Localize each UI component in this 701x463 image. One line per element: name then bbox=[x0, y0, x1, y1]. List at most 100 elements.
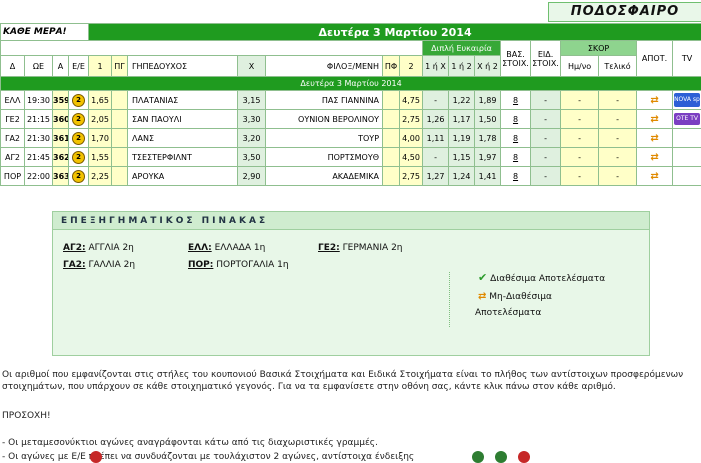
odds-2[interactable]: 4,00 bbox=[400, 129, 423, 148]
basic-bets-count[interactable]: 8 bbox=[501, 148, 531, 167]
odds-2[interactable]: 2,75 bbox=[400, 110, 423, 129]
odds-12[interactable]: 1,24 bbox=[449, 167, 475, 186]
warning-heading: ΠΡΟΣΟΧΗ! bbox=[2, 410, 699, 422]
result-status[interactable]: ⇄ bbox=[637, 110, 673, 129]
odds-x[interactable]: 3,30 bbox=[238, 110, 266, 129]
odds-1[interactable]: 2,05 bbox=[89, 110, 112, 129]
pg-cell bbox=[112, 148, 128, 167]
swap-arrows-icon: ⇄ bbox=[650, 171, 658, 182]
min-combo-badge-icon: 2 bbox=[72, 151, 85, 164]
odds-1[interactable]: 1,70 bbox=[89, 129, 112, 148]
pg-cell bbox=[112, 167, 128, 186]
result-status[interactable]: ⇄ bbox=[637, 91, 673, 110]
legend-panel: ΕΠΕΞΗΓΗΜΑΤΙΚΟΣ ΠΙΝΑΚΑΣ ΑΓ2: ΑΓΓΛΙΑ 2η ΕΛ… bbox=[52, 211, 650, 356]
ee-badge: 2 bbox=[69, 91, 89, 110]
match-row: ΓΕ221:1536022,05ΣΑΝ ΠΑΟΥΛΙ3,30ΟΥΝΙΟΝ ΒΕΡ… bbox=[1, 110, 701, 129]
match-row: ΠΟΡ22:0036322,25ΑΡΟΥΚΑ2,90ΑΚΑΔΕΜΙΚΑ2,751… bbox=[1, 167, 701, 186]
odds-x[interactable]: 2,90 bbox=[238, 167, 266, 186]
odds-1x[interactable]: - bbox=[423, 148, 449, 167]
min-combo-badge-icon: 2 bbox=[72, 94, 85, 107]
odds-x2[interactable]: 1,50 bbox=[475, 110, 501, 129]
odds-1[interactable]: 1,65 bbox=[89, 91, 112, 110]
away-team: ΠΑΣ ΓΙΑΝΝΙΝΑ bbox=[266, 91, 383, 110]
score-halftime: - bbox=[561, 129, 599, 148]
code-cell[interactable]: 359 bbox=[53, 91, 69, 110]
col-day: Δ bbox=[1, 56, 25, 77]
swap-arrows-icon: ⇄ bbox=[650, 114, 658, 125]
special-bets-header: ΕΙΔ. ΣΤΟΙΧ. bbox=[531, 41, 561, 77]
info-paragraph: Οι αριθμοί που εμφανίζονται στις στήλες … bbox=[2, 369, 699, 393]
match-row: ΕΛΛ19:3035921,65ΠΛΑΤΑΝΙΑΣ3,15ΠΑΣ ΓΙΑΝΝΙΝ… bbox=[1, 91, 701, 110]
away-team: ΤΟΥΡ bbox=[266, 129, 383, 148]
legend-unavailable-2: Αποτελέσματα bbox=[475, 308, 541, 318]
odds-1x[interactable]: 1,26 bbox=[423, 110, 449, 129]
col-1: 1 bbox=[89, 56, 112, 77]
time-cell: 22:00 bbox=[25, 167, 53, 186]
odds-1x[interactable]: 1,27 bbox=[423, 167, 449, 186]
col-away: ΦΙΛΟΞ/ΜΕΝΗ bbox=[266, 56, 383, 77]
time-cell: 21:15 bbox=[25, 110, 53, 129]
odds-x2[interactable]: 1,89 bbox=[475, 91, 501, 110]
code-cell[interactable]: 362 bbox=[53, 148, 69, 167]
odds-12[interactable]: 1,22 bbox=[449, 91, 475, 110]
odds-2[interactable]: 4,75 bbox=[400, 91, 423, 110]
basic-bets-count[interactable]: 8 bbox=[501, 110, 531, 129]
basic-bets-count[interactable]: 8 bbox=[501, 91, 531, 110]
code-cell[interactable]: 361 bbox=[53, 129, 69, 148]
pf-cell bbox=[383, 110, 400, 129]
col-pg: ΠΓ bbox=[112, 56, 128, 77]
away-team: ΑΚΑΔΕΜΙΚΑ bbox=[266, 167, 383, 186]
home-team: ΤΣΕΣΤΕΡΦΙΛΝΤ bbox=[128, 148, 238, 167]
ee-badge: 2 bbox=[69, 148, 89, 167]
home-team: ΑΡΟΥΚΑ bbox=[128, 167, 238, 186]
min-combo-badge-icon: 2 bbox=[72, 132, 85, 145]
day-cell: ΑΓ2 bbox=[1, 148, 25, 167]
odds-1x[interactable]: 1,11 bbox=[423, 129, 449, 148]
odds-x2[interactable]: 1,97 bbox=[475, 148, 501, 167]
odds-x[interactable]: 3,50 bbox=[238, 148, 266, 167]
ee-badge: 2 bbox=[69, 167, 89, 186]
special-bets: - bbox=[531, 148, 561, 167]
tv-channel bbox=[673, 167, 701, 186]
page-title: Δευτέρα 3 Μαρτίου 2014 bbox=[89, 24, 701, 41]
result-status[interactable]: ⇄ bbox=[637, 167, 673, 186]
tv-channel: OTE TV bbox=[673, 110, 701, 129]
basic-bets-count[interactable]: 8 bbox=[501, 129, 531, 148]
result-status[interactable]: ⇄ bbox=[637, 129, 673, 148]
odds-x[interactable]: 3,20 bbox=[238, 129, 266, 148]
odds-12[interactable]: 1,17 bbox=[449, 110, 475, 129]
odds-1[interactable]: 1,55 bbox=[89, 148, 112, 167]
red-badge-icon bbox=[90, 451, 102, 463]
basic-bets-count[interactable]: 8 bbox=[501, 167, 531, 186]
odds-1[interactable]: 2,25 bbox=[89, 167, 112, 186]
odds-x2[interactable]: 1,78 bbox=[475, 129, 501, 148]
col-halftime: Ημ/νο bbox=[561, 56, 599, 77]
col-2: 2 bbox=[400, 56, 423, 77]
away-team: ΟΥΝΙΟΝ ΒΕΡΟΛΙΝΟΥ bbox=[266, 110, 383, 129]
time-cell: 21:30 bbox=[25, 129, 53, 148]
legend-available: ✔ Διαθέσιμα Αποτελέσματα bbox=[478, 271, 605, 284]
double-chance-header: Διπλή Ευκαιρία bbox=[423, 41, 501, 56]
code-cell[interactable]: 363 bbox=[53, 167, 69, 186]
odds-1x[interactable]: - bbox=[423, 91, 449, 110]
code-cell[interactable]: 360 bbox=[53, 110, 69, 129]
odds-x[interactable]: 3,15 bbox=[238, 91, 266, 110]
odds-2[interactable]: 4,50 bbox=[400, 148, 423, 167]
swap-arrows-icon: ⇄ bbox=[650, 95, 658, 106]
score-final: - bbox=[599, 167, 637, 186]
result-status[interactable]: ⇄ bbox=[637, 148, 673, 167]
pg-cell bbox=[112, 129, 128, 148]
pf-cell bbox=[383, 148, 400, 167]
col-pf: ΠΦ bbox=[383, 56, 400, 77]
odds-12[interactable]: 1,15 bbox=[449, 148, 475, 167]
tv-logo: OTE TV bbox=[674, 113, 700, 125]
pf-cell bbox=[383, 91, 400, 110]
match-row: ΓΑ221:3036121,70ΛΑΝΣ3,20ΤΟΥΡ4,001,111,19… bbox=[1, 129, 701, 148]
time-cell: 21:45 bbox=[25, 148, 53, 167]
odds-12[interactable]: 1,19 bbox=[449, 129, 475, 148]
odds-2[interactable]: 2,75 bbox=[400, 167, 423, 186]
tv-channel bbox=[673, 148, 701, 167]
odds-x2[interactable]: 1,41 bbox=[475, 167, 501, 186]
home-team: ΛΑΝΣ bbox=[128, 129, 238, 148]
tv-header: TV bbox=[673, 41, 701, 77]
